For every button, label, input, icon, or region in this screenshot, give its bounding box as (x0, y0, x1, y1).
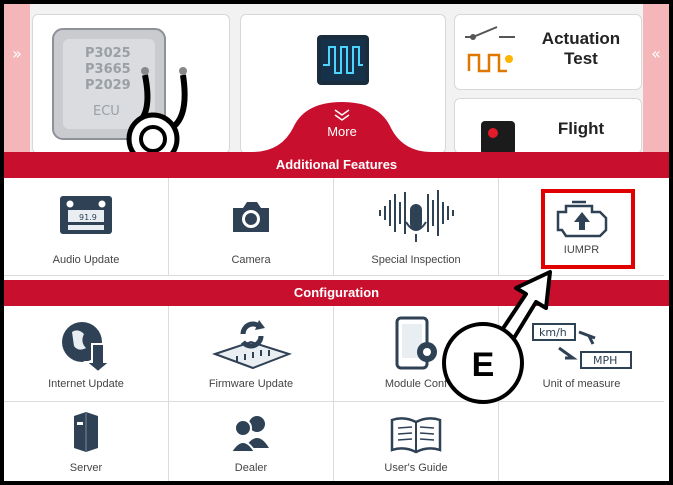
ecu-stethoscope-icon: P3025 P3665 P2029 ECU (52, 28, 188, 166)
server-item[interactable]: Server (4, 402, 169, 481)
section-header-additional-features: Additional Features (4, 152, 669, 178)
microphone-wave-icon (379, 190, 454, 242)
unit-to: MPH (593, 354, 617, 367)
audio-update-label: Audio Update (52, 254, 120, 266)
audio-update-item[interactable]: 91.9 Audio Update (4, 178, 169, 276)
camera-label: Camera (231, 254, 271, 266)
actuation-title: Actuation Test (521, 29, 641, 69)
callout-letter: E (471, 346, 495, 384)
internet-update-label: Internet Update (48, 378, 124, 390)
double-chevron-left-icon: « (651, 44, 661, 63)
chip-refresh-icon (211, 320, 293, 370)
actuation-title-line1: Actuation (541, 29, 621, 48)
ecu-code-1: P3025 (85, 46, 131, 61)
special-inspection-label: Special Inspection (371, 254, 461, 266)
carousel-prev[interactable]: » (4, 4, 30, 152)
unit-from: km/h (539, 326, 567, 339)
radio-display: 91.9 (79, 213, 97, 222)
empty-cell (499, 402, 664, 481)
top-carousel: » P3025 P3665 P2029 ECU Actuation Test F… (4, 4, 669, 166)
flight-title: Flight (557, 119, 605, 138)
firmware-update-label: Firmware Update (208, 378, 294, 390)
firmware-update-item[interactable]: Firmware Update (169, 306, 334, 402)
ecu-diagnosis-card[interactable]: P3025 P3665 P2029 ECU (32, 14, 230, 166)
users-guide-label: User's Guide (384, 462, 448, 474)
camera-icon (233, 202, 269, 232)
book-icon (390, 417, 442, 454)
actuation-title-line2: Test (564, 49, 598, 68)
actuation-switch-icon (465, 26, 515, 73)
ecu-code-3: P2029 (85, 78, 131, 93)
more-tab[interactable]: More (252, 102, 432, 152)
camera-item[interactable]: Camera (169, 178, 334, 276)
tablet-gear-icon (395, 316, 437, 370)
radio-icon: 91.9 (60, 196, 112, 234)
iumpr-highlight-box (541, 189, 635, 269)
dealer-item[interactable]: Dealer (169, 402, 334, 481)
dealer-label: Dealer (234, 462, 268, 474)
carousel-next[interactable]: « (643, 4, 669, 152)
globe-download-icon (62, 322, 113, 374)
special-inspection-item[interactable]: Special Inspection (334, 178, 499, 276)
people-icon (229, 416, 269, 453)
more-label: More (327, 124, 357, 139)
unit-of-measure-label: Unit of measure (542, 378, 621, 390)
internet-update-item[interactable]: Internet Update (4, 306, 169, 402)
section-header-configuration: Configuration (4, 280, 669, 306)
app-screen: » P3025 P3665 P2029 ECU Actuation Test F… (4, 4, 669, 481)
actuation-test-card[interactable]: Actuation Test (454, 14, 642, 90)
users-guide-item[interactable]: User's Guide (334, 402, 499, 481)
unit-convert-icon: km/h MPH (531, 323, 632, 369)
configuration-grid: Internet Update Firmware Update Module C… (4, 306, 669, 481)
flight-recorder-card[interactable]: Flight (454, 98, 642, 155)
double-chevron-right-icon: » (12, 44, 22, 63)
ecu-code-2: P3665 (85, 62, 131, 77)
unit-of-measure-item[interactable]: km/h MPH Unit of measure (499, 306, 664, 402)
callout-e-circle: E (442, 322, 524, 404)
ecu-tag: ECU (93, 104, 120, 119)
server-label: Server (69, 462, 103, 474)
server-icon (74, 412, 98, 452)
